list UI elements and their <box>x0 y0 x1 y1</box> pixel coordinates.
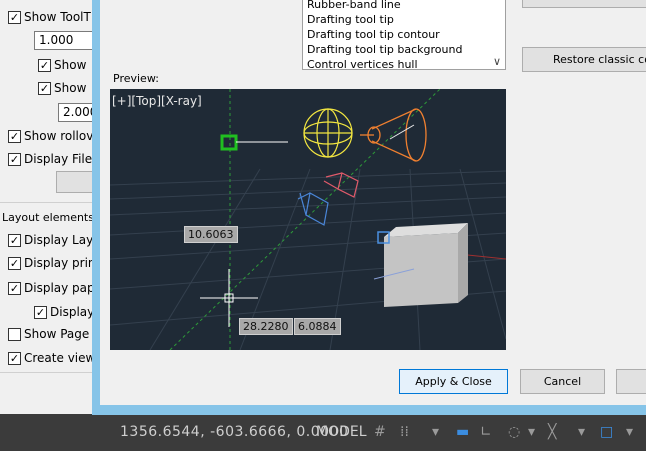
grid-icon[interactable]: # <box>374 424 386 440</box>
chevron-down-icon[interactable]: ▾ <box>626 424 633 440</box>
checkbox-box[interactable]: ✓ <box>8 351 21 365</box>
coordinates-readout: 1356.6544, -603.6666, 0.0000 <box>120 424 349 440</box>
checkbox-box[interactable]: ✓ <box>34 305 47 319</box>
checkbox-label: Show ToolT <box>24 10 91 24</box>
checkbox-label: Display <box>50 305 95 319</box>
list-item[interactable]: Drafting tool tip contour <box>303 27 505 42</box>
chevron-down-icon[interactable]: ∨ <box>493 55 501 68</box>
checkbox-box[interactable]: ✓ <box>8 256 21 270</box>
application-status-bar: 1356.6544, -603.6666, 0.0000 MODEL # ⁞⁞ … <box>0 414 646 451</box>
list-item[interactable]: Control vertices hull <box>303 57 505 69</box>
field-value: 1.000 <box>39 33 74 47</box>
grip-icon <box>220 134 238 151</box>
snap-icon[interactable]: ⁞⁞ <box>400 424 409 440</box>
spotlight-icon <box>360 108 427 162</box>
checkbox-box[interactable]: ✓ <box>38 81 51 95</box>
tooltip-delay-field[interactable]: 1.000 <box>34 31 96 50</box>
dimension-tooltip: 28.2280 <box>239 318 293 335</box>
checkbox-box[interactable]: ✓ <box>8 10 21 24</box>
chevron-down-icon[interactable]: ▾ <box>528 424 535 440</box>
checkbox-label: Show rollov <box>24 129 94 143</box>
section-label: Layout elements <box>2 210 94 224</box>
infer-constraints-icon[interactable]: ▬ <box>456 424 469 440</box>
restore-classic-colors-button[interactable]: Restore classic co <box>522 47 646 72</box>
file-tabs-button[interactable] <box>56 171 96 193</box>
checkbox-display-printable[interactable]: ✓ Display prin <box>8 255 96 271</box>
checkbox-box[interactable]: ✓ <box>38 58 51 72</box>
checkbox-show-tooltips[interactable]: ✓ Show ToolT <box>8 9 91 25</box>
checkbox-label: Display prin <box>24 256 96 270</box>
dimension-tooltip: 10.6063 <box>184 226 238 243</box>
checkbox-display-paper[interactable]: ✓ Display pap <box>8 280 95 296</box>
polar-icon[interactable]: ◌ <box>508 424 520 440</box>
help-button[interactable]: H <box>616 369 646 394</box>
light-target-line <box>389 124 415 140</box>
apply-close-button[interactable]: Apply & Close <box>399 369 508 394</box>
checkbox-label: Create view <box>24 351 96 365</box>
model-space-button[interactable]: MODEL <box>316 424 367 440</box>
preview-viewport: [+][Top][X-ray] 10.6063 28.2280 6.0884 <box>110 89 506 350</box>
checkbox-label: Display File <box>24 152 93 166</box>
list-item[interactable]: Drafting tool tip <box>303 12 505 27</box>
checkbox-display-file[interactable]: ✓ Display File <box>8 151 92 167</box>
checkbox-box[interactable]: ✓ <box>8 129 21 143</box>
top-button[interactable] <box>522 0 646 8</box>
divider <box>0 372 96 373</box>
list-item[interactable]: Drafting tool tip background <box>303 42 505 57</box>
viewport-controls-label[interactable]: [+][Top][X-ray] <box>112 94 202 108</box>
section-layout-elements: Layout elements <box>2 209 94 225</box>
point-light-icon <box>303 108 353 158</box>
checkbox-box[interactable] <box>8 327 21 341</box>
checkbox-label: Display pap <box>24 281 95 295</box>
checkbox-box[interactable]: ✓ <box>8 281 21 295</box>
checkbox-display-layout[interactable]: ✓ Display Lay <box>8 232 93 248</box>
checkbox-box[interactable]: ✓ <box>8 152 21 166</box>
checkbox-display-shadow[interactable]: ✓ Display <box>34 304 94 320</box>
checkbox-show-2[interactable]: ✓ Show <box>38 80 86 96</box>
interface-element-list[interactable]: Rubber-band line Drafting tool tip Draft… <box>302 0 506 70</box>
isodraft-icon[interactable]: ╳ <box>548 424 556 440</box>
osnap-icon[interactable]: □ <box>600 424 613 440</box>
divider <box>0 202 96 203</box>
list-item[interactable]: Rubber-band line <box>303 0 505 12</box>
camera-icon <box>297 192 329 226</box>
checkbox-label: Show <box>54 58 87 72</box>
dimension-tooltip: 6.0884 <box>294 318 341 335</box>
cancel-button[interactable]: Cancel <box>520 369 605 394</box>
checkbox-create-viewport[interactable]: ✓ Create view <box>8 350 95 366</box>
checkbox-label: Show <box>54 81 87 95</box>
box-solid <box>384 223 468 307</box>
checkbox-show-rollover[interactable]: ✓ Show rollov <box>8 128 93 144</box>
checkbox-show-page-setup[interactable]: Show Page <box>8 326 89 342</box>
preview-label: Preview: <box>113 72 159 85</box>
tooltip-seconds-field[interactable]: 2.000 <box>58 103 97 122</box>
chevron-down-icon[interactable]: ▾ <box>432 424 439 440</box>
preview-scene <box>110 89 506 350</box>
checkbox-label: Show Page <box>24 327 90 341</box>
chevron-down-icon[interactable]: ▾ <box>578 424 585 440</box>
checkbox-show-1[interactable]: ✓ Show <box>38 57 86 73</box>
checkbox-label: Display Lay <box>24 233 94 247</box>
checkbox-box[interactable]: ✓ <box>8 233 21 247</box>
ortho-icon[interactable]: ∟ <box>480 424 492 440</box>
